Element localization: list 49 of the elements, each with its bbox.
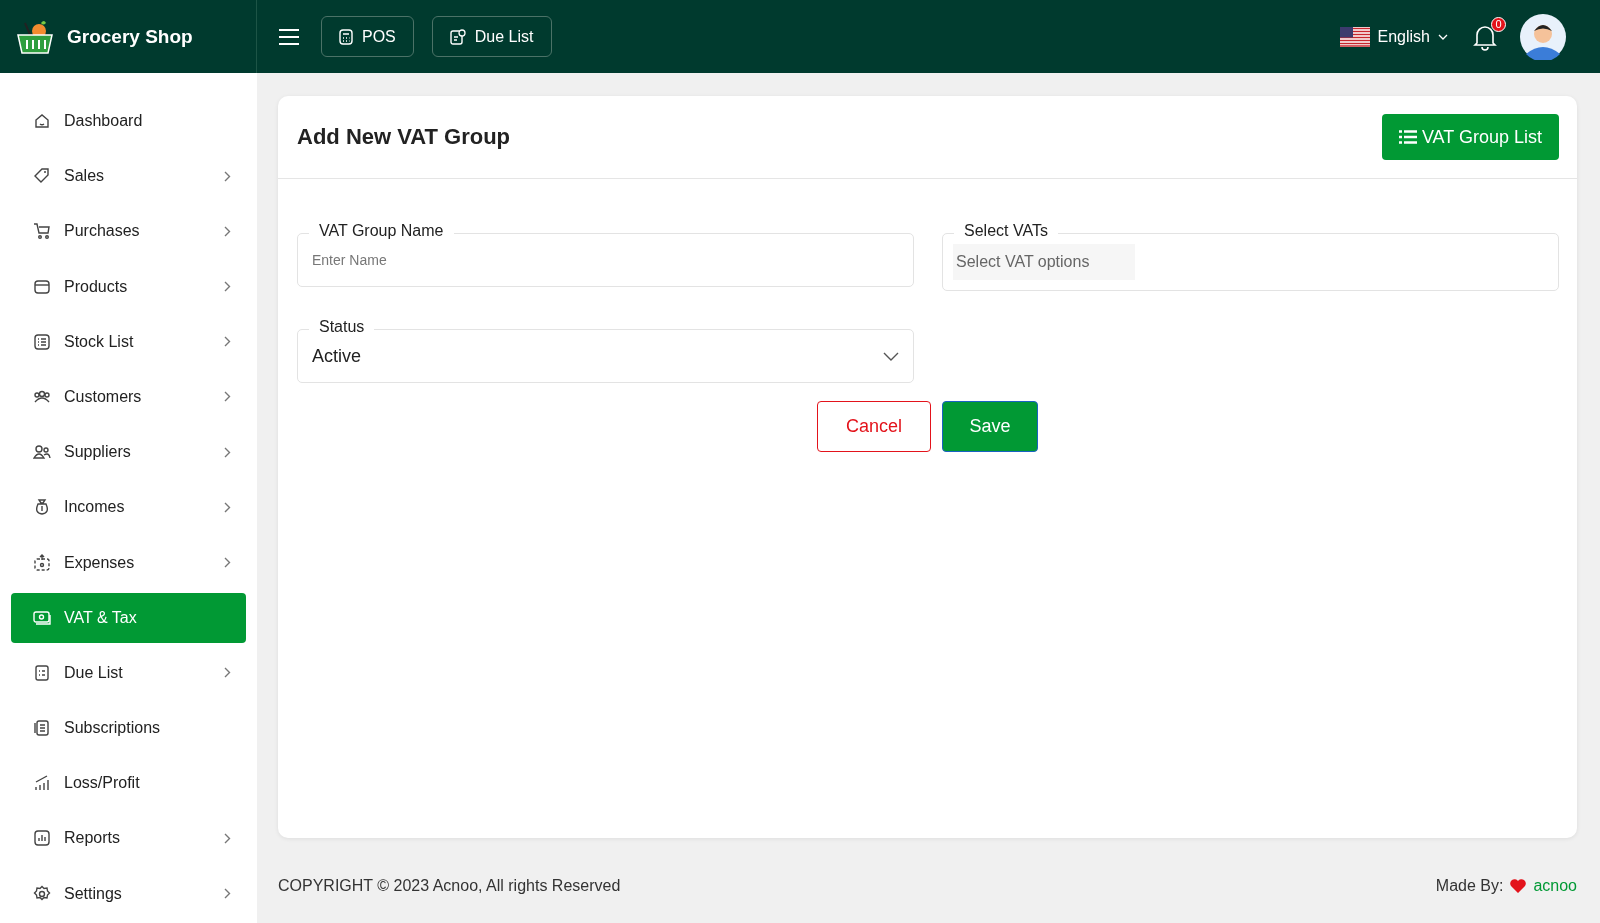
home-icon (33, 112, 51, 130)
made-by-label: Made By: (1435, 876, 1504, 895)
menu-icon[interactable] (279, 28, 299, 45)
sidebar-item[interactable]: Customers (11, 371, 246, 422)
calculator-icon (339, 28, 353, 45)
sidebar-item[interactable]: Reports (11, 813, 246, 864)
chevron-down-icon (883, 351, 899, 361)
sidebar-item[interactable]: Purchases (11, 206, 246, 257)
sidebar-item[interactable]: Expenses (11, 537, 246, 588)
list-icon (33, 332, 51, 351)
sidebar-item[interactable]: Products (11, 261, 246, 312)
bar-chart-icon (33, 774, 51, 793)
sidebar-item[interactable]: Loss/Profit (11, 758, 246, 809)
pos-button[interactable]: POS (321, 16, 414, 57)
report-icon (33, 829, 51, 848)
checklist-icon (33, 663, 51, 682)
due-list-button[interactable]: Due List (431, 16, 552, 57)
us-flag-icon (1339, 26, 1370, 47)
save-button[interactable]: Save (942, 401, 1038, 452)
sidebar-item[interactable]: Sales (11, 151, 246, 202)
vat-search-input-field[interactable]: Select VAT options (953, 244, 1135, 280)
language-dropdown[interactable]: English (1339, 26, 1448, 47)
copyright-text: COPYRIGHT © 2023 Acnoo, All rights Reserved (278, 876, 621, 895)
people-icon (33, 443, 51, 462)
box-icon (33, 277, 51, 296)
chevron-down-icon (1438, 33, 1448, 40)
document-icon (33, 719, 51, 738)
sidebar-item[interactable]: Dashboard (11, 96, 246, 146)
heart-icon (1509, 877, 1528, 894)
clipboard-check-icon (449, 28, 466, 45)
money-bag-icon (33, 498, 51, 517)
banknote-icon (33, 608, 51, 627)
sidebar-item[interactable]: Stock List (11, 316, 246, 367)
field-label: VAT Group Name (309, 221, 454, 241)
page-title: Add New VAT Group (297, 124, 511, 150)
sidebar-item[interactable]: Subscriptions (11, 703, 246, 754)
cancel-button[interactable]: Cancel (817, 401, 931, 452)
sidebar-item[interactable]: Due List (11, 647, 246, 698)
avatar-icon[interactable] (1520, 13, 1566, 60)
brand-name: Grocery Shop (67, 25, 193, 48)
sidebar-item[interactable]: Suppliers (11, 427, 246, 478)
sidebar-item[interactable]: Incomes (11, 482, 246, 533)
sidebar-item[interactable]: VAT & Tax (11, 592, 246, 643)
list-icon (1398, 130, 1417, 144)
settings-icon (33, 884, 51, 903)
vat-group-list-button[interactable]: VAT Group List (1381, 114, 1559, 160)
sidebar-item[interactable]: Settings (11, 868, 246, 919)
notification-badge: 0 (1491, 16, 1506, 32)
cart-icon (33, 222, 51, 241)
